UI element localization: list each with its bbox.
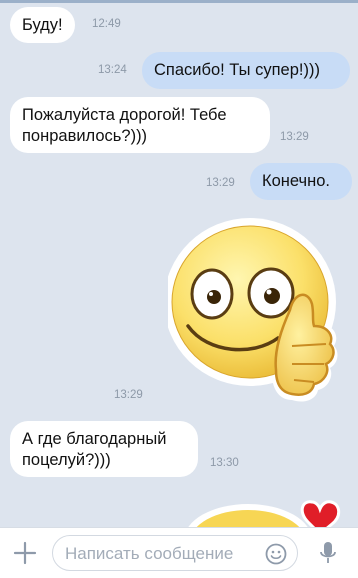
message-time: 13:29 [114,389,143,401]
message-bubble: Конечно. [250,163,352,200]
chat-history[interactable]: Буду! 12:49 13:24 Спасибо! Ты супер!))) … [0,0,358,527]
message-composer: Написать сообщение [0,527,358,578]
message-input[interactable]: Написать сообщение [52,535,298,571]
message-text: Спасибо! Ты супер!))) [154,61,320,79]
message-time: 13:29 [280,131,309,143]
message-time: 12:49 [92,18,121,30]
plus-icon[interactable] [12,540,38,566]
message-text: Буду! [22,16,63,34]
message-bubble: Буду! [10,7,75,43]
message-bubble: Пожалуйста дорогой! Тебе понравилось?))) [10,97,270,153]
thumbs-up-smiley-sticker [168,218,338,402]
message-text: Конечно. [262,172,330,190]
microphone-icon[interactable] [318,540,338,566]
message-time: 13:29 [206,177,235,189]
heart-smiley-sticker [188,500,341,527]
smile-icon[interactable] [265,543,287,565]
message-text-line: Пожалуйста дорогой! Тебе [22,106,227,124]
message-time: 13:24 [98,64,127,76]
message-text-line: поцелуй?))) [22,451,111,469]
message-bubble: Спасибо! Ты супер!))) [142,52,350,89]
message-text-line: понравилось?))) [22,127,148,145]
message-bubble: А где благодарный поцелуй?))) [10,421,198,477]
message-text-line: А где благодарный [22,430,167,448]
message-time: 13:30 [210,457,239,469]
message-input-placeholder: Написать сообщение [65,544,234,563]
